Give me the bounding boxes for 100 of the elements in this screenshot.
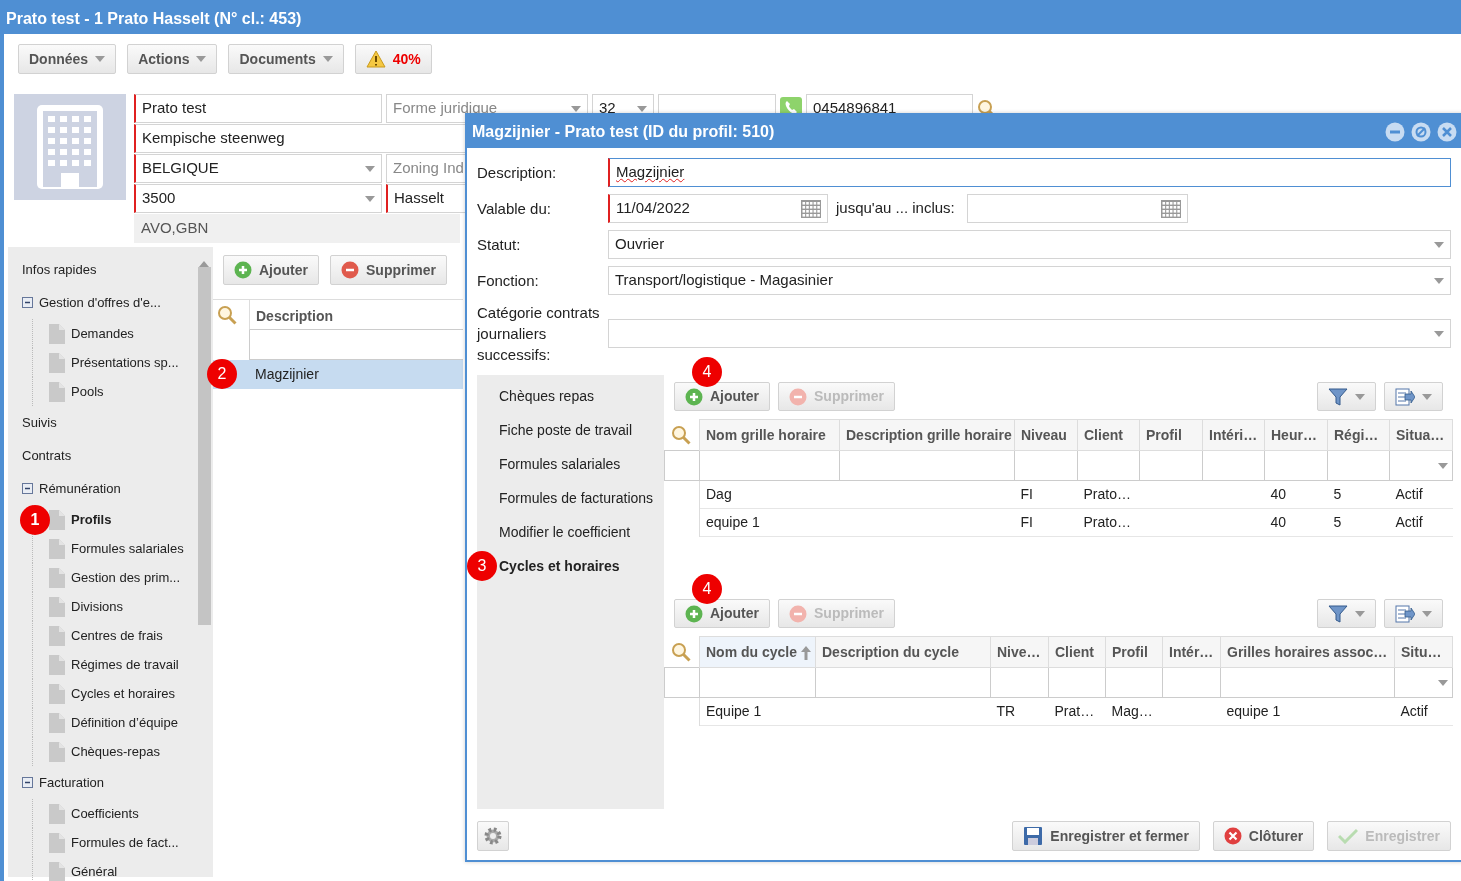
select-field[interactable]: 3500	[134, 184, 382, 213]
tab[interactable]: Modifier le coefficient	[499, 521, 631, 543]
sidebar-item[interactable]: Général	[71, 861, 118, 881]
column-header[interactable]: Profil	[1105, 636, 1163, 668]
document-icon	[49, 381, 65, 402]
filter-field[interactable]	[1105, 667, 1163, 698]
filter-field[interactable]	[1220, 667, 1395, 698]
filter-field[interactable]	[1139, 450, 1203, 481]
filter-field[interactable]	[1077, 450, 1140, 481]
collapse-icon[interactable]	[22, 777, 33, 788]
column-header[interactable]: Régi…	[1327, 419, 1390, 451]
sidebar-item[interactable]: Définition d’équipe	[71, 712, 178, 733]
column-header[interactable]: Intér…	[1162, 636, 1221, 668]
table-cell: Prat…	[1048, 697, 1106, 726]
sidebar-item[interactable]: Profils	[71, 509, 112, 530]
sidebar-group[interactable]: Rémunération	[39, 478, 121, 499]
restore-icon[interactable]	[1411, 121, 1431, 142]
filter-field[interactable]	[1327, 450, 1390, 481]
building-icon	[35, 103, 105, 191]
tab[interactable]: Cycles et horaires	[499, 555, 620, 577]
select-field[interactable]: Ouvrier	[608, 230, 1451, 259]
tab[interactable]: Formules de facturations	[499, 487, 654, 509]
export-menu-button[interactable]	[1384, 599, 1443, 628]
tab[interactable]: Formules salariales	[499, 453, 621, 475]
column-header[interactable]: Situ…	[1394, 636, 1453, 668]
collapse-icon[interactable]	[22, 483, 33, 494]
filter-menu-button[interactable]	[1317, 599, 1376, 628]
sidebar-item[interactable]: Présentations sp...	[71, 352, 179, 373]
menu-button[interactable]: Données	[18, 44, 117, 74]
sidebar-item[interactable]: Suivis	[22, 412, 57, 433]
filter-field[interactable]	[699, 667, 816, 698]
collapse-icon[interactable]	[22, 297, 33, 308]
column-header[interactable]: Client	[1077, 419, 1140, 451]
add-button[interactable]: Ajouter	[674, 382, 770, 411]
filter-field[interactable]	[1264, 450, 1328, 481]
sidebar-item[interactable]: Gestion des prim...	[71, 567, 181, 588]
minimize-icon[interactable]	[1385, 121, 1405, 142]
column-header[interactable]: Situa…	[1389, 419, 1453, 451]
sidebar-item[interactable]: Cycles et horaires	[71, 683, 176, 704]
column-header[interactable]: Intéri…	[1202, 419, 1265, 451]
sidebar-item[interactable]: Chèques-repas	[71, 741, 160, 762]
filter-select[interactable]	[1389, 450, 1453, 481]
document-icon	[49, 567, 65, 588]
sidebar-item[interactable]: Contrats	[22, 445, 72, 466]
filter-field[interactable]	[699, 450, 840, 481]
column-header[interactable]: Grilles horaires assoc…	[1220, 636, 1395, 668]
filter-field[interactable]	[815, 667, 991, 698]
column-header[interactable]: Profil	[1139, 419, 1203, 451]
close-button[interactable]: Clôturer	[1212, 821, 1315, 851]
select-field[interactable]	[608, 319, 1451, 348]
sidebar-item[interactable]: Régimes de travail	[71, 654, 179, 675]
input-field[interactable]: Magzijnier	[608, 158, 1451, 187]
sidebar-item[interactable]: Coefficients	[71, 803, 139, 824]
select-field[interactable]: BELGIQUE	[134, 154, 382, 183]
export-menu-button[interactable]	[1384, 382, 1443, 411]
filter-field[interactable]	[1014, 450, 1078, 481]
column-header[interactable]: Description grille horaire	[839, 419, 1015, 451]
filter-field[interactable]	[1202, 450, 1265, 481]
sidebar-group[interactable]: Gestion d'offres d'e...	[39, 292, 161, 313]
column-header[interactable]: Nive…	[990, 636, 1049, 668]
numbered-marker: 1	[20, 505, 50, 535]
column-header[interactable]: Description	[249, 300, 463, 330]
sidebar-item[interactable]: Divisions	[71, 596, 123, 617]
tab[interactable]: Chèques repas	[499, 385, 594, 407]
menu-button[interactable]: Documents	[228, 44, 344, 74]
select-field[interactable]: Transport/logistique - Magasinier	[608, 266, 1451, 295]
filter-field[interactable]	[839, 450, 1015, 481]
filter-select[interactable]	[1394, 667, 1453, 698]
column-header[interactable]: Description du cycle	[815, 636, 991, 668]
menu-button[interactable]: Actions	[127, 44, 218, 74]
document-icon	[49, 625, 65, 646]
column-header[interactable]: Nom grille horaire	[699, 419, 840, 451]
column-header[interactable]: Nom du cycle	[699, 636, 816, 668]
sidebar-item[interactable]: Formules de fact...	[71, 832, 179, 853]
sidebar-group[interactable]: Facturation	[39, 772, 105, 793]
save-close-button[interactable]: Enregistrer et fermer	[1012, 821, 1200, 851]
sidebar-item[interactable]: Infos rapides	[22, 259, 97, 280]
close-icon[interactable]	[1437, 121, 1457, 142]
tab[interactable]: Fiche poste de travail	[499, 419, 633, 441]
date-field[interactable]	[966, 194, 1188, 223]
filter-field[interactable]	[1162, 667, 1221, 698]
warning-button[interactable]: 40%	[354, 44, 432, 74]
column-header[interactable]: Heur…	[1264, 419, 1328, 451]
add-button[interactable]: Ajouter	[674, 599, 770, 628]
add-button[interactable]: Ajouter	[223, 255, 319, 285]
remove-button[interactable]: Supprimer	[330, 255, 447, 285]
filter-field[interactable]	[990, 667, 1049, 698]
date-field[interactable]: 11/04/2022	[608, 194, 828, 223]
sidebar-item[interactable]: Formules salariales	[71, 538, 184, 559]
settings-button[interactable]	[477, 821, 509, 851]
sidebar-item[interactable]: Centres de frais	[71, 625, 163, 646]
field-label: Fonction:	[477, 271, 540, 291]
input-field[interactable]: Prato test	[134, 94, 382, 123]
sidebar-item[interactable]: Pools	[71, 381, 104, 402]
column-header[interactable]: Client	[1048, 636, 1106, 668]
document-icon	[49, 538, 65, 559]
sidebar-item[interactable]: Demandes	[71, 323, 134, 344]
column-header[interactable]: Niveau	[1014, 419, 1078, 451]
filter-field[interactable]	[1048, 667, 1106, 698]
filter-menu-button[interactable]	[1317, 382, 1376, 411]
